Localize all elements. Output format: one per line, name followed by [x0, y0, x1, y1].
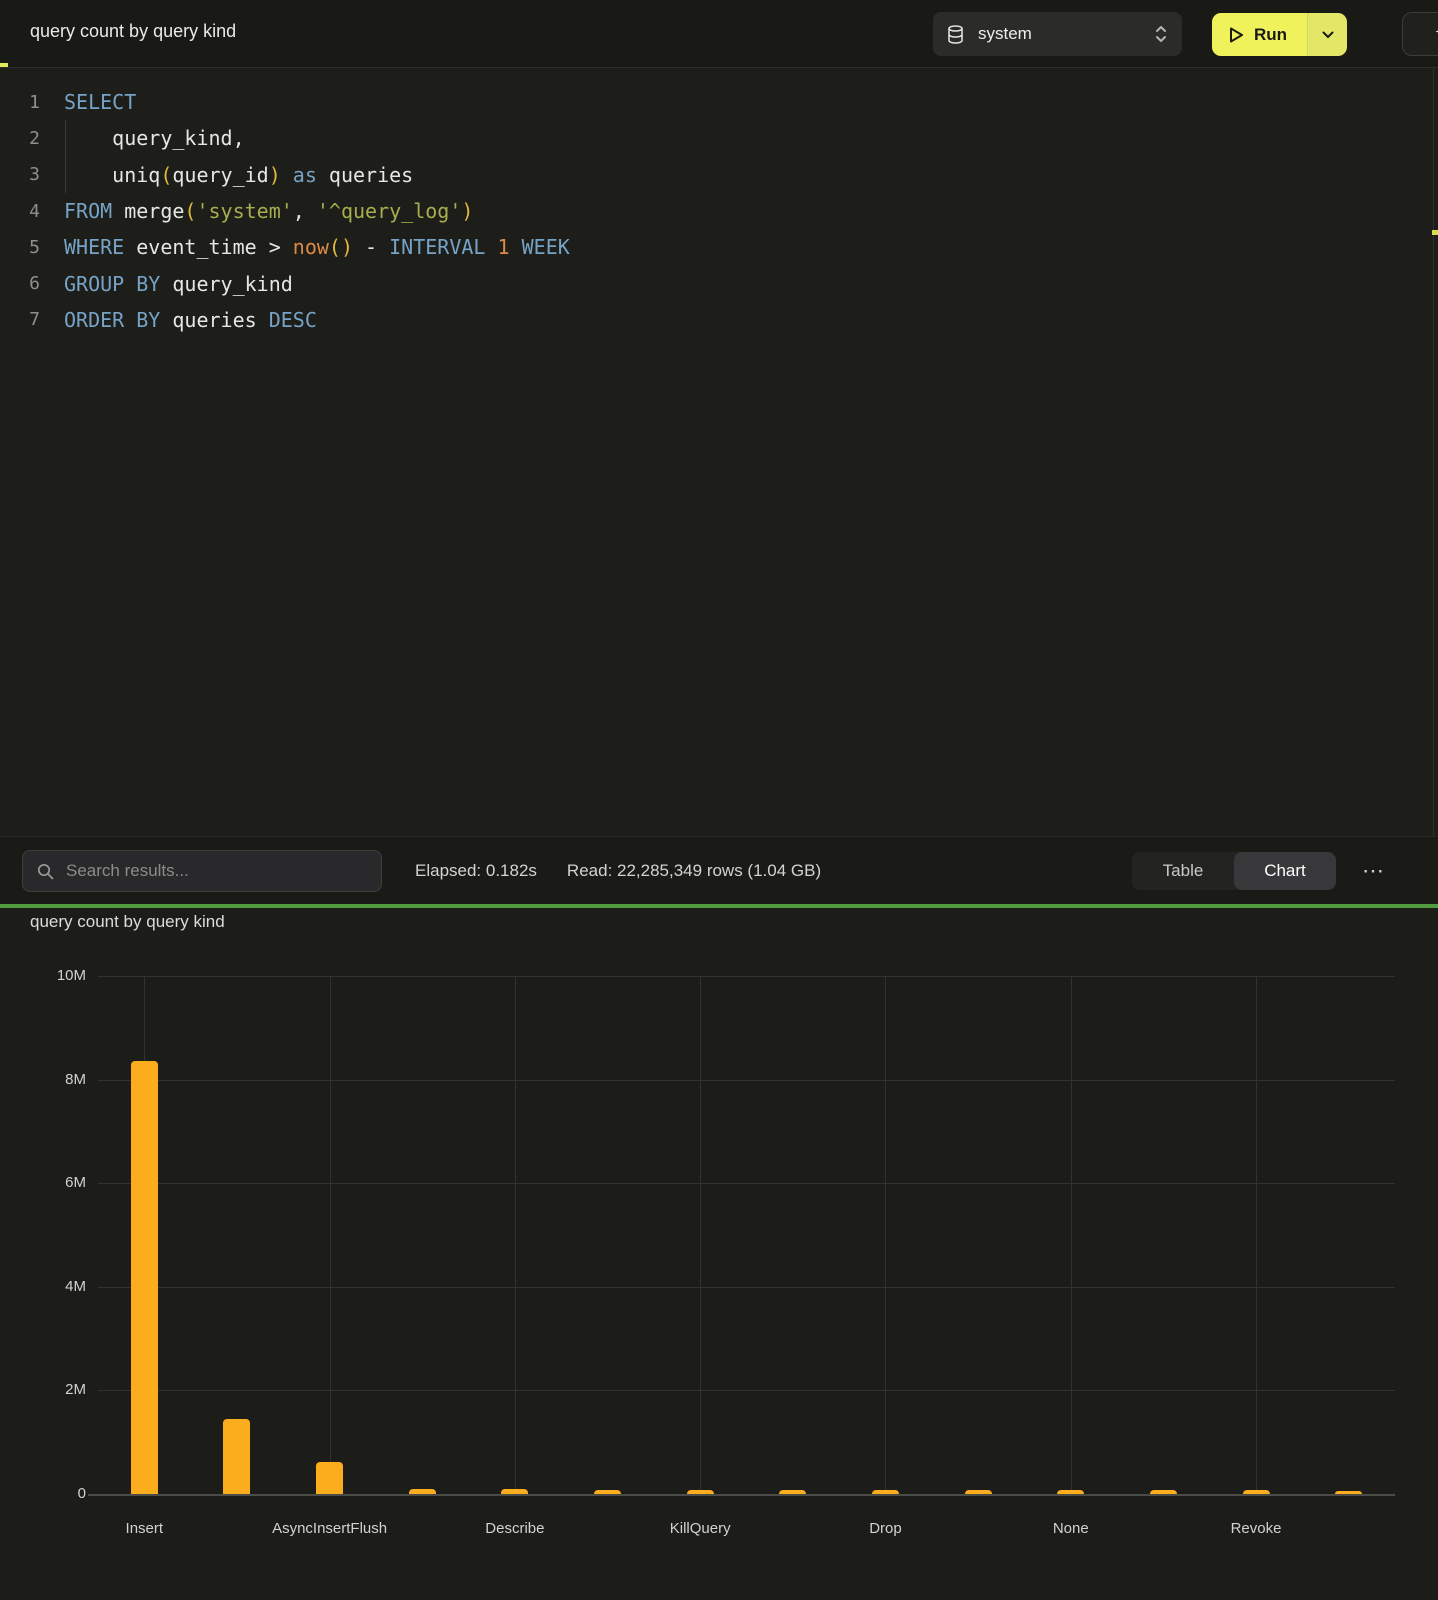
chart-bar[interactable] [687, 1490, 714, 1494]
x-axis-category-label: Revoke [1166, 1520, 1346, 1537]
chevron-down-icon [1322, 31, 1334, 39]
chart-bar[interactable] [965, 1490, 992, 1494]
chart-bar[interactable] [872, 1490, 899, 1494]
chart-bar[interactable] [1057, 1490, 1084, 1494]
gridline-v [1071, 976, 1072, 1494]
gridline-v [1256, 976, 1257, 1494]
y-axis-tick-label: 10M [0, 967, 86, 984]
database-selector[interactable]: system [933, 12, 1182, 56]
gridline-h [98, 1183, 1395, 1184]
code-line[interactable]: 2 query_kind, [0, 120, 1438, 156]
gridline-v [700, 976, 701, 1494]
view-toggle: Table Chart [1132, 852, 1336, 890]
y-axis-tick-label: 2M [0, 1381, 86, 1398]
gridline-v [515, 976, 516, 1494]
code-text: uniq(query_id) as queries [64, 163, 413, 187]
sparkles-icon [1433, 22, 1438, 46]
x-axis-category-label: None [981, 1520, 1161, 1537]
chart-bar[interactable] [316, 1462, 343, 1494]
ai-assist-button[interactable] [1402, 12, 1438, 56]
x-axis-category-label: Insert [54, 1520, 234, 1537]
chart-bar[interactable] [594, 1490, 621, 1494]
code-text: GROUP BY query_kind [64, 272, 293, 296]
x-axis-category-label: Describe [425, 1520, 605, 1537]
x-axis-category-label: KillQuery [610, 1520, 790, 1537]
chart-bar[interactable] [779, 1490, 806, 1494]
y-axis-tick-label: 4M [0, 1278, 86, 1295]
search-input[interactable] [64, 860, 381, 882]
gridline-h [98, 1080, 1395, 1081]
line-number: 3 [0, 164, 40, 185]
x-axis-category-label: Drop [795, 1520, 975, 1537]
line-number: 7 [0, 309, 40, 330]
code-text: FROM merge('system', '^query_log') [64, 199, 473, 223]
gridline-h [98, 1390, 1395, 1391]
search-box[interactable] [22, 850, 382, 892]
gridline-v [330, 976, 331, 1494]
code-area: 1SELECT2 query_kind,3 uniq(query_id) as … [0, 84, 1438, 338]
code-line[interactable]: 5 WHERE event_time > now() - INTERVAL 1 W… [0, 229, 1438, 265]
query-title: query count by query kind [30, 21, 236, 42]
search-icon [37, 863, 54, 880]
gridline-h [98, 1287, 1395, 1288]
chart-bar[interactable] [1150, 1490, 1177, 1494]
topbar: query count by query kind system [0, 0, 1438, 68]
results-toolbar: Elapsed: 0.182s Read: 22,285,349 rows (1… [0, 836, 1438, 905]
gridline-h [98, 976, 1395, 977]
line-number: 5 [0, 237, 40, 258]
sql-editor[interactable]: 1SELECT2 query_kind,3 uniq(query_id) as … [0, 68, 1438, 836]
code-text: WHERE event_time > now() - INTERVAL 1 WE… [64, 235, 570, 259]
x-axis-line [88, 1494, 1395, 1496]
chart-view-button[interactable]: Chart [1234, 852, 1336, 890]
progress-tick [0, 63, 8, 67]
code-text: query_kind, [64, 126, 245, 150]
run-button-group: Run [1212, 13, 1347, 56]
chart-bar[interactable] [409, 1489, 436, 1494]
run-button-label: Run [1254, 25, 1287, 45]
code-line[interactable]: 3 uniq(query_id) as queries [0, 157, 1438, 193]
run-button[interactable]: Run [1212, 13, 1307, 56]
line-number: 1 [0, 92, 40, 113]
run-options-button[interactable] [1307, 13, 1347, 56]
chart-bar[interactable] [501, 1489, 528, 1494]
code-text: ORDER BY queries DESC [64, 308, 317, 332]
gridline-v [885, 976, 886, 1494]
code-line[interactable]: 7 ORDER BY queries DESC [0, 302, 1438, 338]
code-line[interactable]: 6 GROUP BY query_kind [0, 265, 1438, 301]
chart-bar[interactable] [131, 1061, 158, 1494]
code-line[interactable]: 1 SELECT [0, 84, 1438, 120]
chart-bar[interactable] [1335, 1491, 1362, 1494]
line-number: 4 [0, 201, 40, 222]
chart-panel: query count by query kind 0 2M 4M 6M 8M 10M In… [0, 908, 1438, 1600]
database-icon [947, 25, 964, 44]
y-axis-tick-label: 8M [0, 1071, 86, 1088]
chart-bar[interactable] [1243, 1490, 1270, 1494]
database-selector-value: system [978, 24, 1032, 44]
read-stat: Read: 22,285,349 rows (1.04 GB) [567, 861, 821, 881]
overview-ruler-mark [1432, 230, 1438, 235]
y-axis-tick-label: 0 [0, 1485, 86, 1502]
code-line[interactable]: 4 FROM merge('system', '^query_log') [0, 193, 1438, 229]
y-axis-tick-label: 6M [0, 1174, 86, 1191]
table-view-button[interactable]: Table [1132, 852, 1234, 890]
app-root: query count by query kind system [0, 0, 1438, 1600]
x-axis-category-label: AsyncInsertFlush [240, 1520, 420, 1537]
line-number: 6 [0, 273, 40, 294]
chart-title: query count by query kind [30, 912, 225, 932]
elapsed-stat: Elapsed: 0.182s [415, 861, 537, 881]
chart-bar[interactable] [223, 1419, 250, 1494]
play-icon [1228, 26, 1244, 44]
more-options-button[interactable]: ⋯ [1358, 860, 1388, 882]
chevron-updown-icon [1154, 24, 1168, 44]
code-text: SELECT [64, 90, 136, 114]
line-number: 2 [0, 128, 40, 149]
